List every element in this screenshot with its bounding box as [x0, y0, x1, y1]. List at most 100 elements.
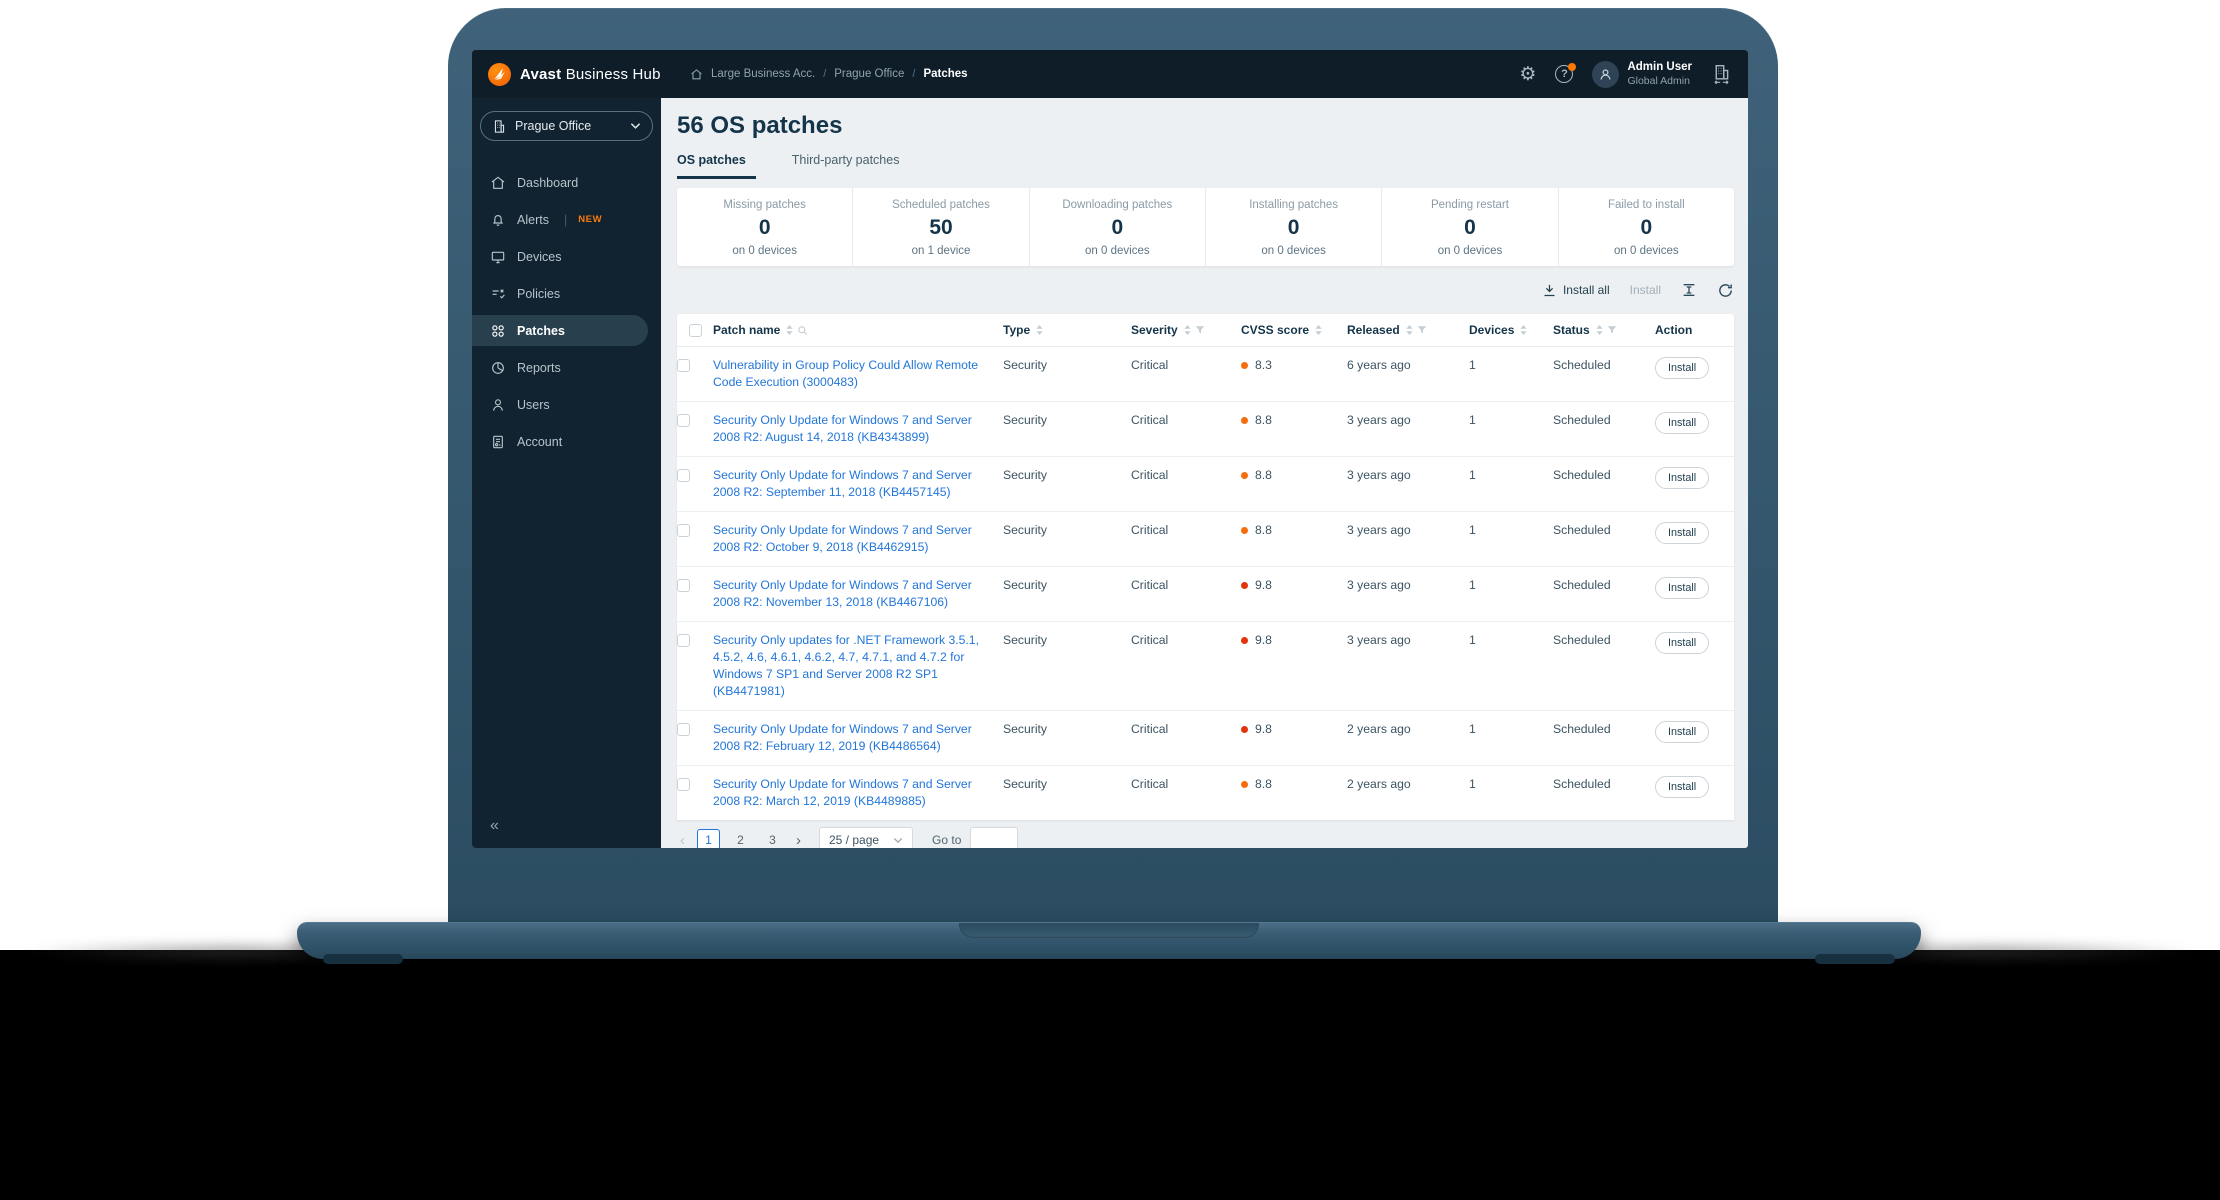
- sidebar-item-patches[interactable]: Patches: [472, 315, 648, 346]
- row-install-button[interactable]: Install: [1655, 632, 1710, 654]
- sort-icon[interactable]: [1596, 325, 1603, 335]
- monitor-icon: [490, 249, 506, 265]
- cvss-severity-dot: [1241, 726, 1248, 733]
- filter-icon[interactable]: [1417, 325, 1427, 335]
- patch-name-link[interactable]: Security Only Update for Windows 7 and S…: [713, 578, 972, 609]
- sort-icon[interactable]: [1315, 325, 1322, 335]
- next-page-icon[interactable]: ›: [793, 833, 804, 848]
- page-button-2[interactable]: 2: [729, 829, 752, 849]
- page-size-select[interactable]: 25 / page: [819, 827, 914, 848]
- column-label: Type: [1003, 323, 1031, 337]
- sidebar-item-users[interactable]: Users: [472, 386, 661, 423]
- row-install-button[interactable]: Install: [1655, 721, 1710, 743]
- sort-icon[interactable]: [1036, 325, 1043, 335]
- user-chip[interactable]: Admin User Global Admin: [1592, 60, 1692, 88]
- row-checkbox[interactable]: [677, 469, 690, 482]
- patch-released: 2 years ago: [1347, 777, 1411, 791]
- stat-sub: on 1 device: [911, 245, 971, 258]
- sidebar-item-account[interactable]: Account: [472, 423, 661, 460]
- sidebar-item-policies[interactable]: Policies: [472, 275, 661, 312]
- row-install-button[interactable]: Install: [1655, 577, 1710, 599]
- patch-name-link[interactable]: Security Only Update for Windows 7 and S…: [713, 468, 972, 499]
- breadcrumb-item[interactable]: Prague Office: [834, 68, 904, 80]
- patch-name-link[interactable]: Security Only Update for Windows 7 and S…: [713, 777, 972, 808]
- page-button-1[interactable]: 1: [697, 828, 720, 848]
- column-header-status[interactable]: Status: [1553, 323, 1655, 337]
- company-switcher-icon[interactable]: [1711, 63, 1732, 85]
- prev-page-icon[interactable]: ‹: [677, 833, 688, 848]
- patch-name-link[interactable]: Security Only Update for Windows 7 and S…: [713, 523, 972, 554]
- breadcrumb-separator: /: [823, 68, 827, 80]
- collapse-sidebar-icon[interactable]: «: [490, 817, 499, 835]
- search-icon[interactable]: [797, 325, 808, 336]
- patch-name-link[interactable]: Vulnerability in Group Policy Could Allo…: [713, 358, 978, 389]
- row-checkbox[interactable]: [677, 579, 690, 592]
- home-icon[interactable]: [690, 68, 703, 81]
- install-button[interactable]: Install: [1630, 283, 1661, 297]
- chevron-down-icon: [630, 122, 641, 130]
- column-header-patch-name[interactable]: Patch name: [713, 323, 1003, 337]
- refresh-icon[interactable]: [1717, 282, 1734, 299]
- sidebar-item-dashboard[interactable]: Dashboard: [472, 164, 661, 201]
- row-install-button[interactable]: Install: [1655, 357, 1710, 379]
- patch-type: Security: [1003, 633, 1048, 647]
- row-checkbox[interactable]: [677, 723, 690, 736]
- select-all-checkbox[interactable]: [689, 323, 702, 337]
- row-checkbox[interactable]: [677, 634, 690, 647]
- org-selector[interactable]: Prague Office: [480, 111, 653, 141]
- patch-released: 3 years ago: [1347, 523, 1411, 537]
- filter-icon[interactable]: [1607, 325, 1617, 335]
- filter-icon[interactable]: [1195, 325, 1205, 335]
- row-checkbox[interactable]: [677, 359, 690, 372]
- row-height-icon[interactable]: [1681, 282, 1697, 298]
- row-checkbox[interactable]: [677, 524, 690, 537]
- patch-status: Scheduled: [1553, 633, 1611, 647]
- stat-label: Installing patches: [1249, 199, 1339, 211]
- cvss-score: 8.8: [1255, 468, 1272, 482]
- column-header-severity[interactable]: Severity: [1131, 323, 1241, 337]
- table-toolbar: Install all Install: [677, 266, 1734, 314]
- column-header-type[interactable]: Type: [1003, 323, 1131, 337]
- row-checkbox[interactable]: [677, 778, 690, 791]
- table-row: Vulnerability in Group Policy Could Allo…: [677, 347, 1734, 402]
- install-all-button[interactable]: Install all: [1542, 283, 1610, 298]
- column-header-released[interactable]: Released: [1347, 323, 1469, 337]
- row-install-button[interactable]: Install: [1655, 467, 1710, 489]
- patch-name-link[interactable]: Security Only Update for Windows 7 and S…: [713, 722, 972, 753]
- laptop-base: [297, 922, 1921, 964]
- sidebar-item-alerts[interactable]: Alerts | NEW: [472, 201, 661, 238]
- page-button-3[interactable]: 3: [761, 829, 784, 849]
- sort-icon[interactable]: [1406, 325, 1413, 335]
- pie-chart-icon: [490, 360, 506, 376]
- person-icon: [490, 397, 506, 413]
- patch-name-link[interactable]: Security Only updates for .NET Framework…: [713, 633, 979, 698]
- main-content: 56 OS patches OS patches Third-party pat…: [661, 98, 1748, 848]
- sidebar-item-devices[interactable]: Devices: [472, 238, 661, 275]
- patch-name-link[interactable]: Security Only Update for Windows 7 and S…: [713, 413, 972, 444]
- sort-icon[interactable]: [786, 325, 793, 335]
- breadcrumb-item[interactable]: Large Business Acc.: [711, 68, 815, 80]
- row-install-button[interactable]: Install: [1655, 776, 1710, 798]
- patch-severity: Critical: [1131, 413, 1169, 427]
- column-header-devices[interactable]: Devices: [1469, 323, 1553, 337]
- tab-os-patches[interactable]: OS patches: [677, 153, 756, 179]
- sidebar-item-label: Devices: [517, 249, 562, 264]
- help-icon[interactable]: ?: [1555, 63, 1577, 83]
- row-install-button[interactable]: Install: [1655, 522, 1710, 544]
- tab-third-party-patches[interactable]: Third-party patches: [792, 153, 910, 179]
- install-all-label: Install all: [1562, 283, 1610, 297]
- sort-icon[interactable]: [1520, 325, 1527, 335]
- page-title: 56 OS patches: [677, 112, 843, 139]
- table-row: Security Only Update for Windows 7 and S…: [677, 567, 1734, 622]
- sidebar-item-reports[interactable]: Reports: [472, 349, 661, 386]
- row-install-button[interactable]: Install: [1655, 412, 1710, 434]
- goto-page-input[interactable]: [970, 827, 1019, 848]
- row-checkbox[interactable]: [677, 414, 690, 427]
- chevron-down-icon: [893, 837, 903, 843]
- patches-table: Patch name Type Severity CVSS score Rele…: [677, 314, 1734, 820]
- column-header-cvss[interactable]: CVSS score: [1241, 323, 1347, 337]
- settings-gear-icon[interactable]: ⚙: [1519, 65, 1536, 84]
- cvss-severity-dot: [1241, 781, 1248, 788]
- patch-severity: Critical: [1131, 722, 1169, 736]
- sort-icon[interactable]: [1184, 325, 1191, 335]
